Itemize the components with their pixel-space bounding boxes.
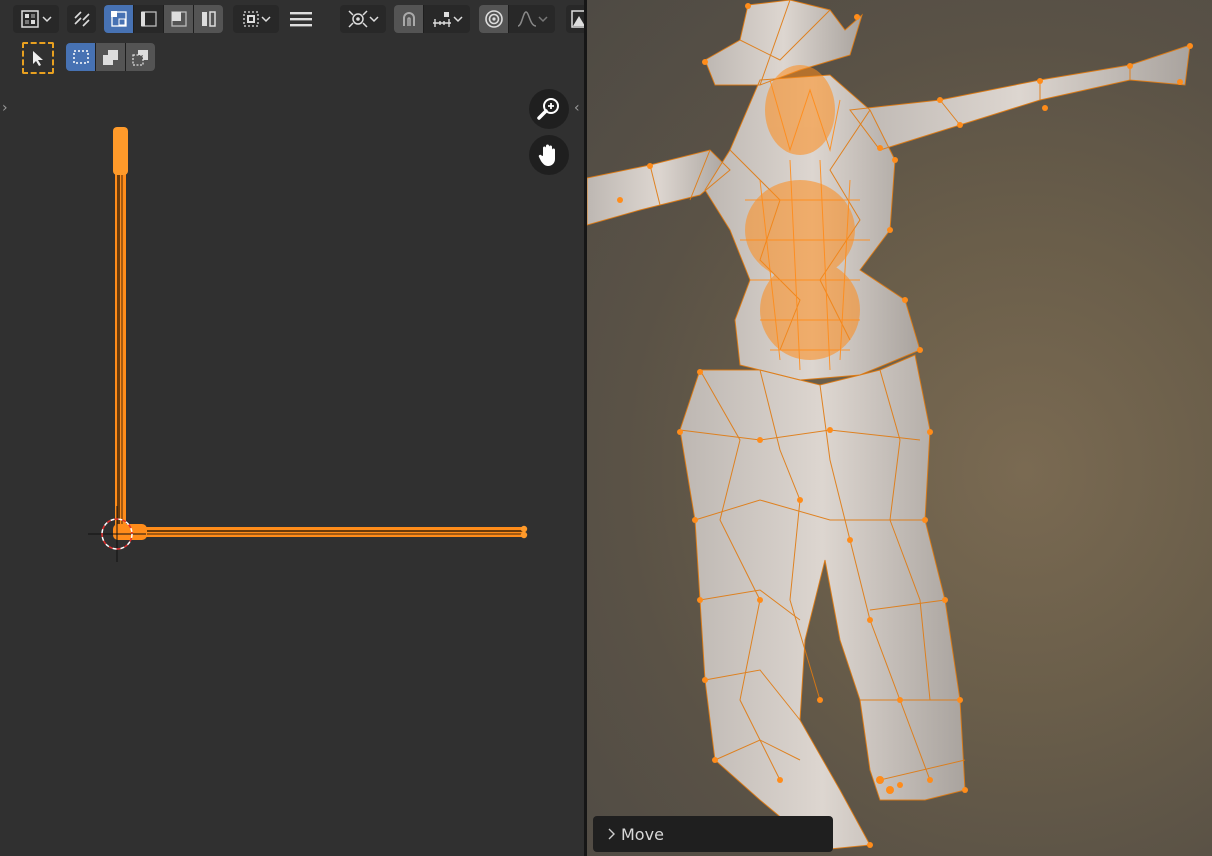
chevron-right-icon <box>607 825 615 844</box>
header-menu-button[interactable] <box>286 5 316 33</box>
snap-target-dropdown[interactable] <box>424 5 470 33</box>
editor-type-dropdown[interactable] <box>13 5 59 33</box>
pivot-point-dropdown[interactable] <box>340 5 386 33</box>
pan-button[interactable] <box>529 135 569 175</box>
proportional-edit-button[interactable] <box>479 5 509 33</box>
uv-canvas[interactable] <box>0 0 584 856</box>
zoom-icon <box>536 96 562 122</box>
uv-sync-selection-button[interactable] <box>67 5 96 33</box>
uv-vertical-island <box>113 127 128 534</box>
vertex-select-icon <box>109 9 129 29</box>
adjust-last-operation-panel[interactable]: Move <box>593 816 833 852</box>
3d-viewport[interactable]: ‹ <box>587 0 1212 856</box>
sidebar-expand-icon[interactable]: ‹ <box>574 100 580 116</box>
snap-increment-icon <box>431 9 453 29</box>
pivot-point-icon <box>347 9 369 29</box>
uv-editor-icon <box>20 9 42 29</box>
edge-select-icon <box>139 9 159 29</box>
select-subtract-icon <box>131 47 151 67</box>
select-box-tool-icon <box>29 49 47 67</box>
mesh-model <box>587 0 1193 851</box>
chevron-down-icon <box>261 15 271 23</box>
selection-mode-group[interactable] <box>66 43 155 71</box>
proportional-edit-group[interactable] <box>479 5 555 33</box>
uv-horizontal-island <box>113 524 528 540</box>
2d-cursor <box>88 506 146 562</box>
face-select-icon <box>169 9 189 29</box>
select-subtract-button[interactable] <box>126 43 155 71</box>
vertex-select-button[interactable] <box>104 5 134 33</box>
pan-hand-icon <box>537 142 561 168</box>
zoom-button[interactable] <box>529 89 569 129</box>
island-select-button[interactable] <box>194 5 223 33</box>
operation-label: Move <box>621 824 664 844</box>
sticky-selection-dropdown[interactable] <box>233 5 279 33</box>
chevron-down-icon <box>453 15 463 23</box>
select-new-button[interactable] <box>66 43 96 71</box>
chevron-down-icon <box>42 15 52 23</box>
snap-toggle-button[interactable] <box>394 5 424 33</box>
edge-select-button[interactable] <box>134 5 164 33</box>
falloff-curve-icon <box>516 9 538 29</box>
viewport-overlap-button[interactable] <box>566 5 584 33</box>
active-tool-button[interactable] <box>22 42 54 74</box>
face-select-button[interactable] <box>164 5 194 33</box>
island-select-icon <box>199 9 219 29</box>
select-extend-icon <box>101 47 121 67</box>
sticky-selection-icon <box>241 9 261 29</box>
chevron-down-icon <box>369 15 379 23</box>
snapping-group[interactable] <box>394 5 470 33</box>
uv-sync-selection-icon <box>72 9 92 29</box>
falloff-dropdown[interactable] <box>509 5 555 33</box>
snap-magnet-icon <box>399 9 419 29</box>
hamburger-menu-icon <box>290 10 312 28</box>
toolbar-expand-icon[interactable]: › <box>2 100 8 116</box>
uv-editor-panel[interactable]: › ‹ <box>0 0 584 856</box>
chevron-down-icon <box>538 15 548 23</box>
select-extend-button[interactable] <box>96 43 126 71</box>
proportional-edit-icon <box>484 9 504 29</box>
image-icon <box>570 9 584 29</box>
select-mode-group[interactable] <box>104 5 223 33</box>
select-new-icon <box>71 47 91 67</box>
